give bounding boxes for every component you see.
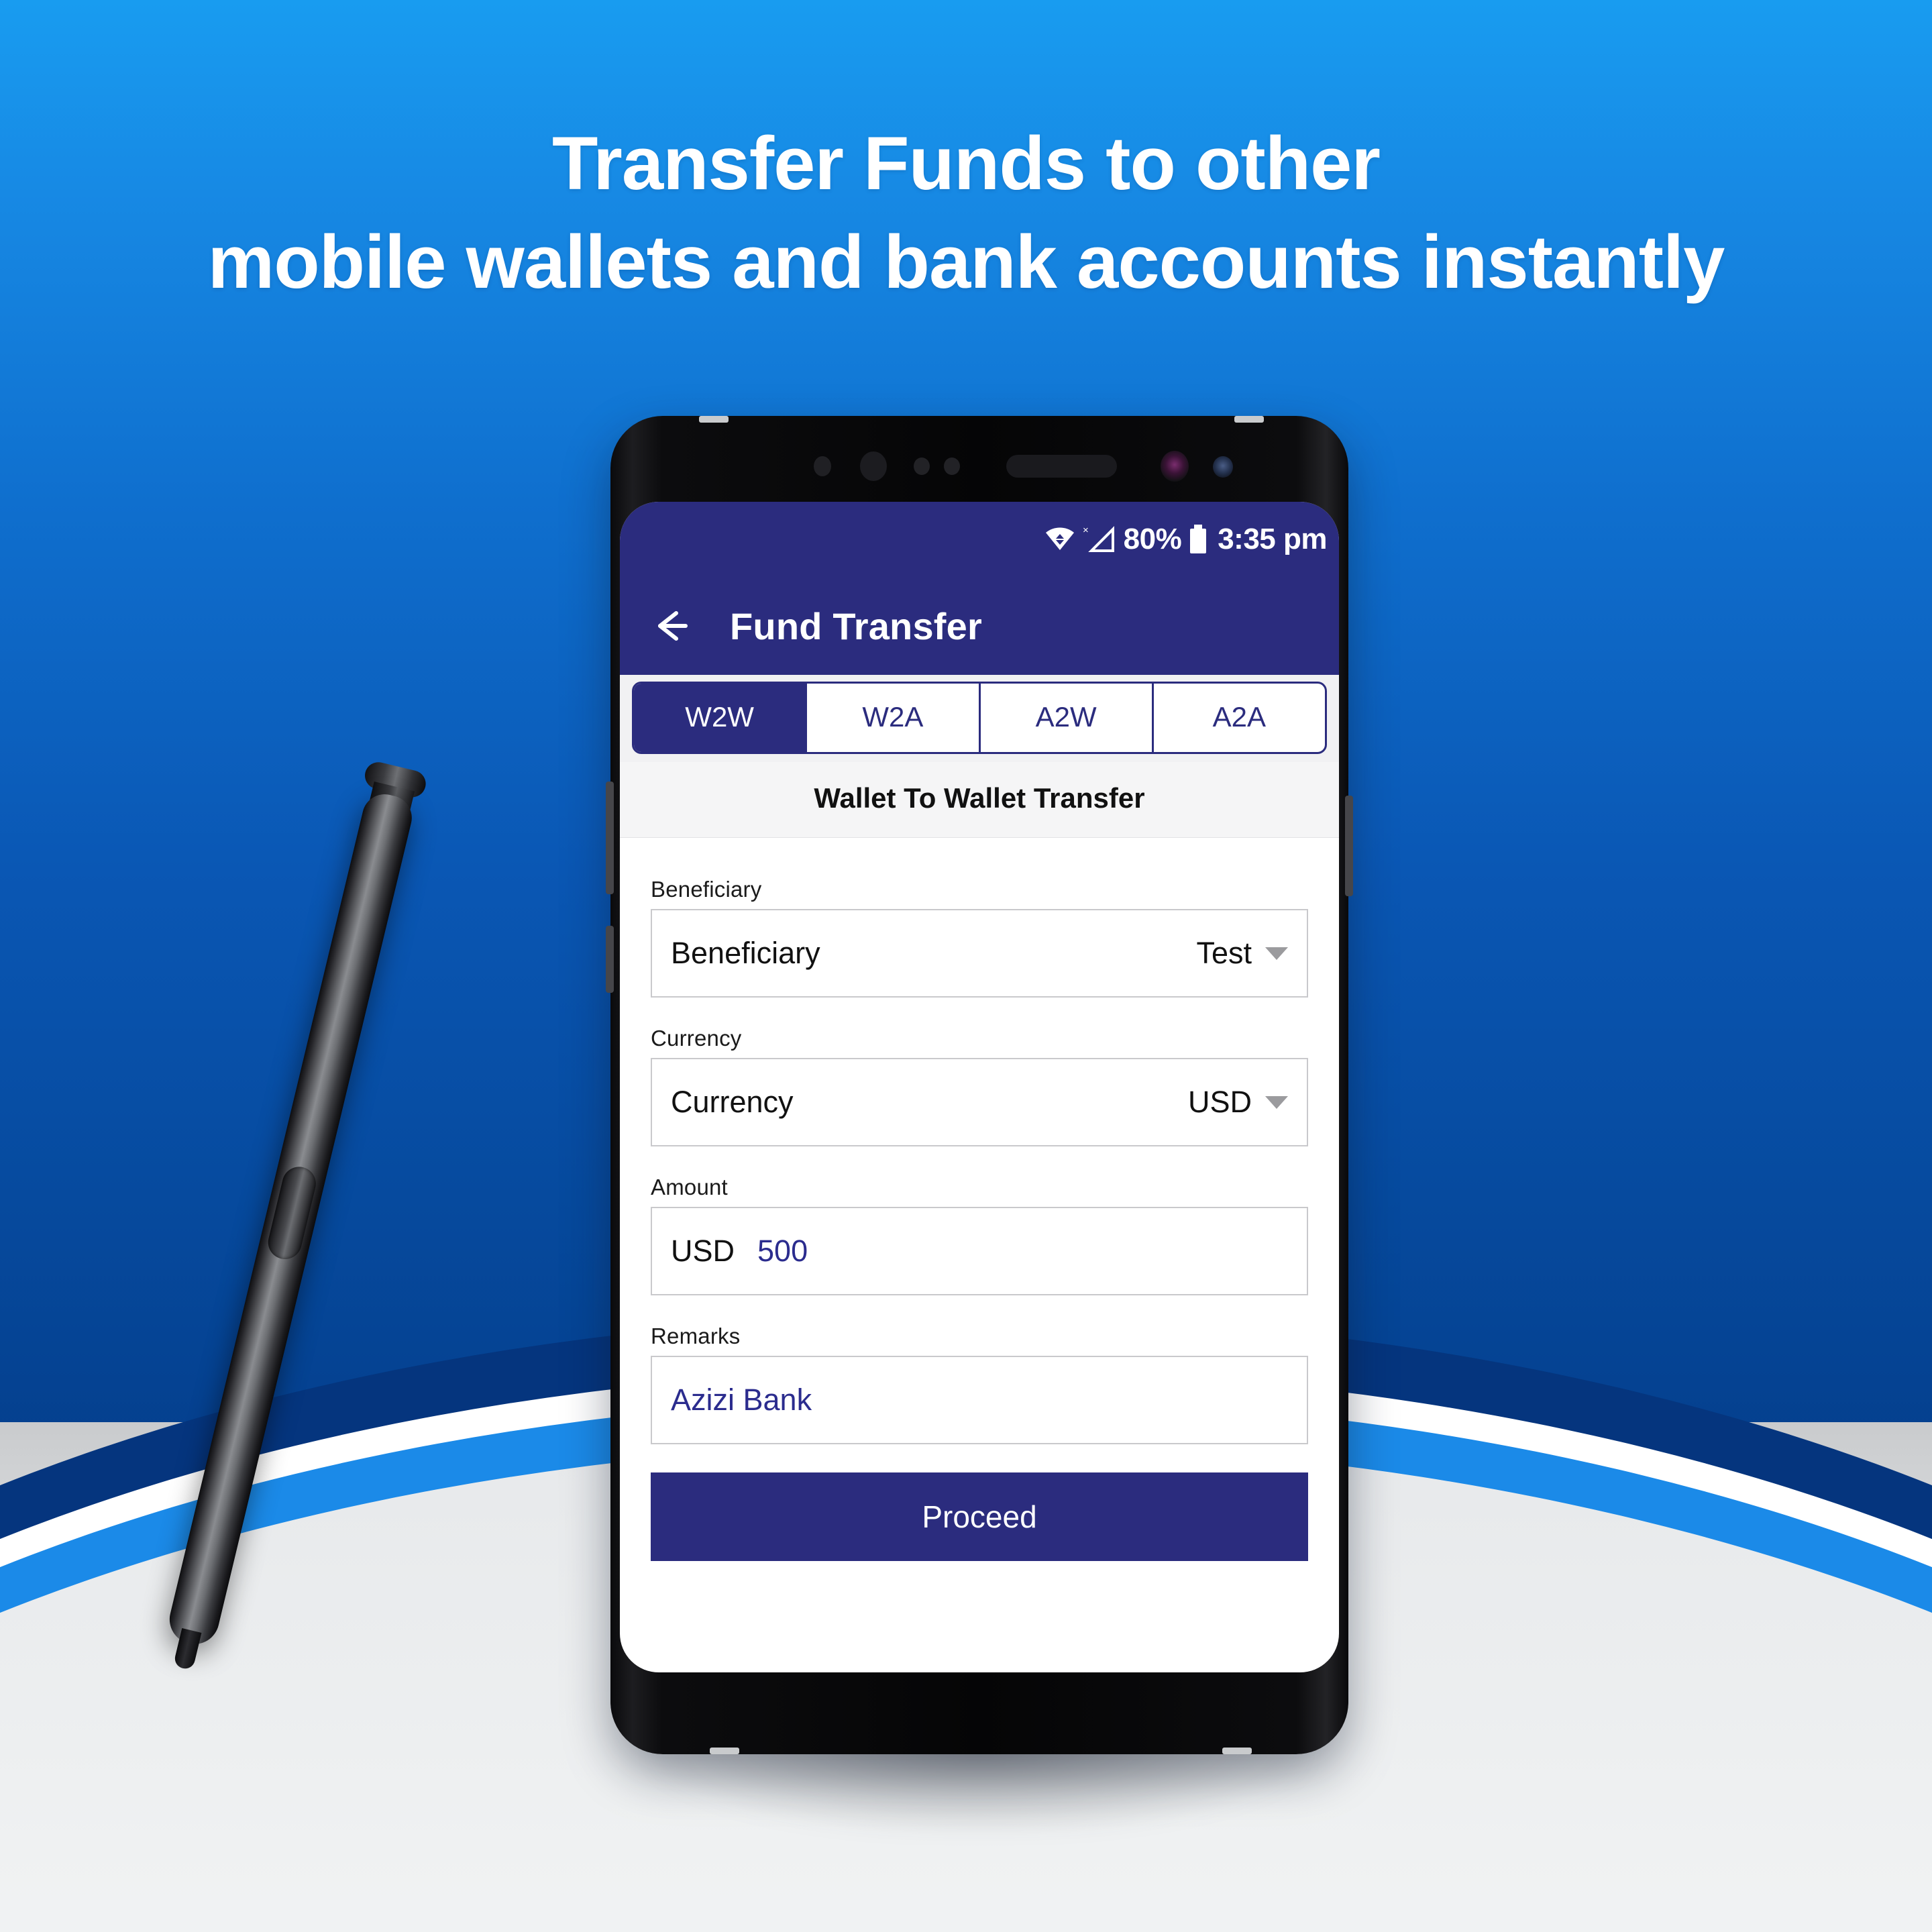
headline-rest-part: to other xyxy=(1085,121,1381,205)
headline-line-2: mobile wallets and bank accounts instant… xyxy=(207,219,1725,304)
promo-headline: Transfer Funds to other mobile wallets a… xyxy=(0,118,1932,308)
amount-currency-prefix: USD xyxy=(671,1234,735,1268)
antenna-line-top-right xyxy=(1234,416,1264,423)
volume-rocker-button[interactable] xyxy=(606,782,614,894)
tab-a2a[interactable]: A2A xyxy=(1154,684,1325,752)
back-arrow-icon[interactable] xyxy=(649,605,691,647)
amount-label: Amount xyxy=(651,1175,728,1199)
battery-icon xyxy=(1188,524,1208,555)
remarks-label: Remarks xyxy=(651,1324,741,1348)
phone-screen: × 80% 3:35 pm Fund Transfer W2W W2A A2W … xyxy=(620,502,1339,1672)
beneficiary-select[interactable]: Beneficiary Test xyxy=(651,909,1308,998)
clock-label: 3:35 pm xyxy=(1218,523,1327,555)
fund-transfer-form: Beneficiary Beneficiary Test Currency Cu… xyxy=(620,838,1339,1561)
light-sensor-icon xyxy=(860,451,887,481)
proceed-button[interactable]: Proceed xyxy=(651,1472,1308,1561)
antenna-line-bottom-right xyxy=(1222,1748,1252,1754)
power-button[interactable] xyxy=(1345,796,1353,896)
tab-a2w[interactable]: A2W xyxy=(981,684,1154,752)
headline-line-1: Transfer Funds to other xyxy=(0,118,1932,210)
chevron-down-icon xyxy=(1265,947,1288,960)
beneficiary-value: Test xyxy=(1196,936,1252,970)
antenna-line-top-left xyxy=(699,416,729,423)
chevron-down-icon xyxy=(1265,1095,1288,1109)
bixby-button[interactable] xyxy=(606,926,614,993)
currency-field-label: Currency xyxy=(671,1085,794,1119)
beneficiary-label: Beneficiary xyxy=(651,877,762,902)
tab-bar: W2W W2A A2W A2A xyxy=(620,675,1339,762)
antenna-line-bottom-left xyxy=(710,1748,739,1754)
earpiece-speaker-icon xyxy=(1006,455,1117,478)
wifi-icon xyxy=(1044,526,1075,553)
tab-w2a[interactable]: W2A xyxy=(807,684,981,752)
sensor-dot-icon xyxy=(914,458,930,475)
tab-w2w[interactable]: W2W xyxy=(634,684,808,752)
headline-bold-part: Transfer Funds xyxy=(552,121,1086,205)
proximity-sensor-icon xyxy=(814,456,831,476)
status-bar: × 80% 3:35 pm xyxy=(620,502,1339,577)
iris-scanner-icon xyxy=(1213,456,1233,478)
currency-label: Currency xyxy=(651,1026,742,1051)
tab-row: W2W W2A A2W A2A xyxy=(632,682,1327,754)
svg-text:×: × xyxy=(1083,525,1089,536)
currency-select[interactable]: Currency USD xyxy=(651,1058,1308,1146)
amount-value: 500 xyxy=(757,1234,808,1268)
phone-mockup: × 80% 3:35 pm Fund Transfer W2W W2A A2W … xyxy=(606,416,1353,1831)
front-camera-icon xyxy=(1161,451,1189,482)
signal-no-service-icon: × xyxy=(1082,524,1117,555)
app-bar: Fund Transfer xyxy=(620,577,1339,675)
beneficiary-field-label: Beneficiary xyxy=(671,936,820,970)
remarks-value: Azizi Bank xyxy=(671,1383,812,1417)
section-title: Wallet To Wallet Transfer xyxy=(620,762,1339,838)
sensor-dot-2-icon xyxy=(944,458,960,475)
battery-percent-label: 80% xyxy=(1123,523,1182,555)
page-title: Fund Transfer xyxy=(730,604,982,647)
remarks-input[interactable]: Azizi Bank xyxy=(651,1356,1308,1444)
amount-input[interactable]: USD 500 xyxy=(651,1207,1308,1295)
currency-value: USD xyxy=(1187,1085,1252,1119)
